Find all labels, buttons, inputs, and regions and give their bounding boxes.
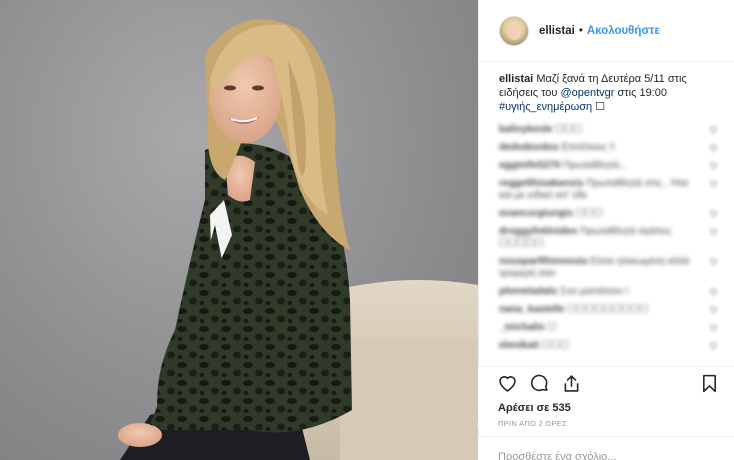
comment-heart-icon[interactable] (709, 179, 718, 188)
comment-item: pheneladalu Σου ματιάσιου ! (499, 286, 718, 298)
portrait-illustration (118, 19, 478, 460)
comment-item: kalinykesle ☐☐☐ (499, 124, 718, 136)
caption-username[interactable]: ellistai (499, 73, 533, 85)
comment-button[interactable] (528, 373, 550, 395)
comments-list: kalinykesle ☐☐☐ dedodoodos Επιτέλους !! … (479, 114, 734, 352)
comment-item: droggyfotiinides Πρωταθλητά αγάπες ☐☐☐☐☐ (499, 226, 718, 250)
avatar[interactable] (499, 15, 529, 46)
comment-item: dedodoodos Επιτέλους !! (499, 142, 718, 154)
comment-heart-icon[interactable] (709, 143, 718, 152)
comment-heart-icon[interactable] (709, 287, 718, 296)
caption-hashtag-link[interactable]: #υγιής_ενημέρωση (499, 101, 592, 113)
comment-heart-icon[interactable] (709, 341, 718, 350)
post-photo[interactable] (0, 0, 478, 460)
caption-emoji: ☐ (595, 101, 606, 113)
bookmark-icon (702, 374, 716, 393)
comment-username[interactable]: evancurgiungis (499, 208, 573, 219)
comment-heart-icon[interactable] (709, 161, 718, 170)
comment-username[interactable]: droggyfotiinides (499, 226, 577, 237)
comment-heart-icon[interactable] (709, 227, 718, 236)
comment-heart-icon[interactable] (709, 257, 718, 266)
comment-heart-icon[interactable] (709, 209, 718, 218)
comment-text: ☐☐☐ (555, 124, 583, 135)
comment-username[interactable]: egginifo5270 (499, 160, 560, 171)
comment-item: _michalis ☐ (499, 322, 718, 334)
share-icon (564, 375, 578, 392)
comment-text: Πρωταθλητά... (562, 160, 627, 171)
like-button[interactable] (496, 373, 518, 395)
comment-item: elenikati ☐☐☐ (499, 340, 718, 352)
share-button[interactable] (560, 373, 582, 395)
comment-item: nana_kastelle ☐☐☐☐☐☐☐☐☐ (499, 304, 718, 316)
comment-item: egginifo5270 Πρωταθλητά... (499, 160, 718, 172)
caption-text-2: στις 19:00 (617, 87, 667, 99)
comment-username[interactable]: pheneladalu (499, 286, 557, 297)
comment-item: nousparRhinnouiu Είσαι ηλικιωμένη αλλά τ… (499, 256, 718, 280)
add-comment-input[interactable] (498, 451, 716, 460)
comment-username[interactable]: reggelthisakanxis (499, 178, 583, 189)
post-header: ellistai • Ακολουθήστε (479, 0, 734, 62)
comment-username[interactable]: dedodoodos (499, 142, 559, 153)
comment-heart-icon[interactable] (709, 125, 718, 134)
follow-button[interactable]: Ακολουθήστε (587, 25, 660, 37)
comment-item: evancurgiungis ☐☐☐ (499, 208, 718, 220)
caption-mention-link[interactable]: @opentvgr (560, 87, 614, 99)
header-username[interactable]: ellistai (539, 25, 575, 37)
comment-icon (530, 374, 548, 392)
comment-username[interactable]: _michalis (499, 322, 545, 333)
post-timestamp[interactable]: ΠΡΙΝ ΑΠΟ 2 ΩΡΕΣ (478, 419, 734, 428)
comment-text: Σου ματιάσιου ! (560, 286, 629, 297)
comment-username[interactable]: kalinykesle (499, 124, 552, 135)
post-caption: ellistai Μαζί ξανά τη Δευτέρα 5/11 στις … (479, 62, 734, 114)
heart-icon (498, 376, 516, 392)
comment-heart-icon[interactable] (709, 323, 718, 332)
comment-heart-icon[interactable] (709, 305, 718, 314)
add-comment-box (478, 436, 734, 460)
comment-text: Επιτέλους !! (561, 142, 616, 153)
comment-text: ☐☐☐☐☐☐☐☐☐ (567, 304, 649, 315)
comment-username[interactable]: elenikati (499, 340, 539, 351)
comment-text: ☐☐☐ (541, 340, 569, 351)
comment-text: ☐ (547, 322, 557, 333)
comment-item: reggelthisakanxis Πρωταθλητά στις , Ήτα … (499, 178, 718, 202)
separator-dot: • (578, 24, 583, 37)
save-button[interactable] (698, 373, 720, 395)
comment-username[interactable]: nana_kastelle (499, 304, 565, 315)
post-actions-bar (478, 366, 734, 400)
comment-text: ☐☐☐ (575, 208, 603, 219)
comment-username[interactable]: nousparRhinnouiu (499, 256, 588, 267)
likes-count[interactable]: Αρέσει σε 535 (478, 400, 734, 414)
